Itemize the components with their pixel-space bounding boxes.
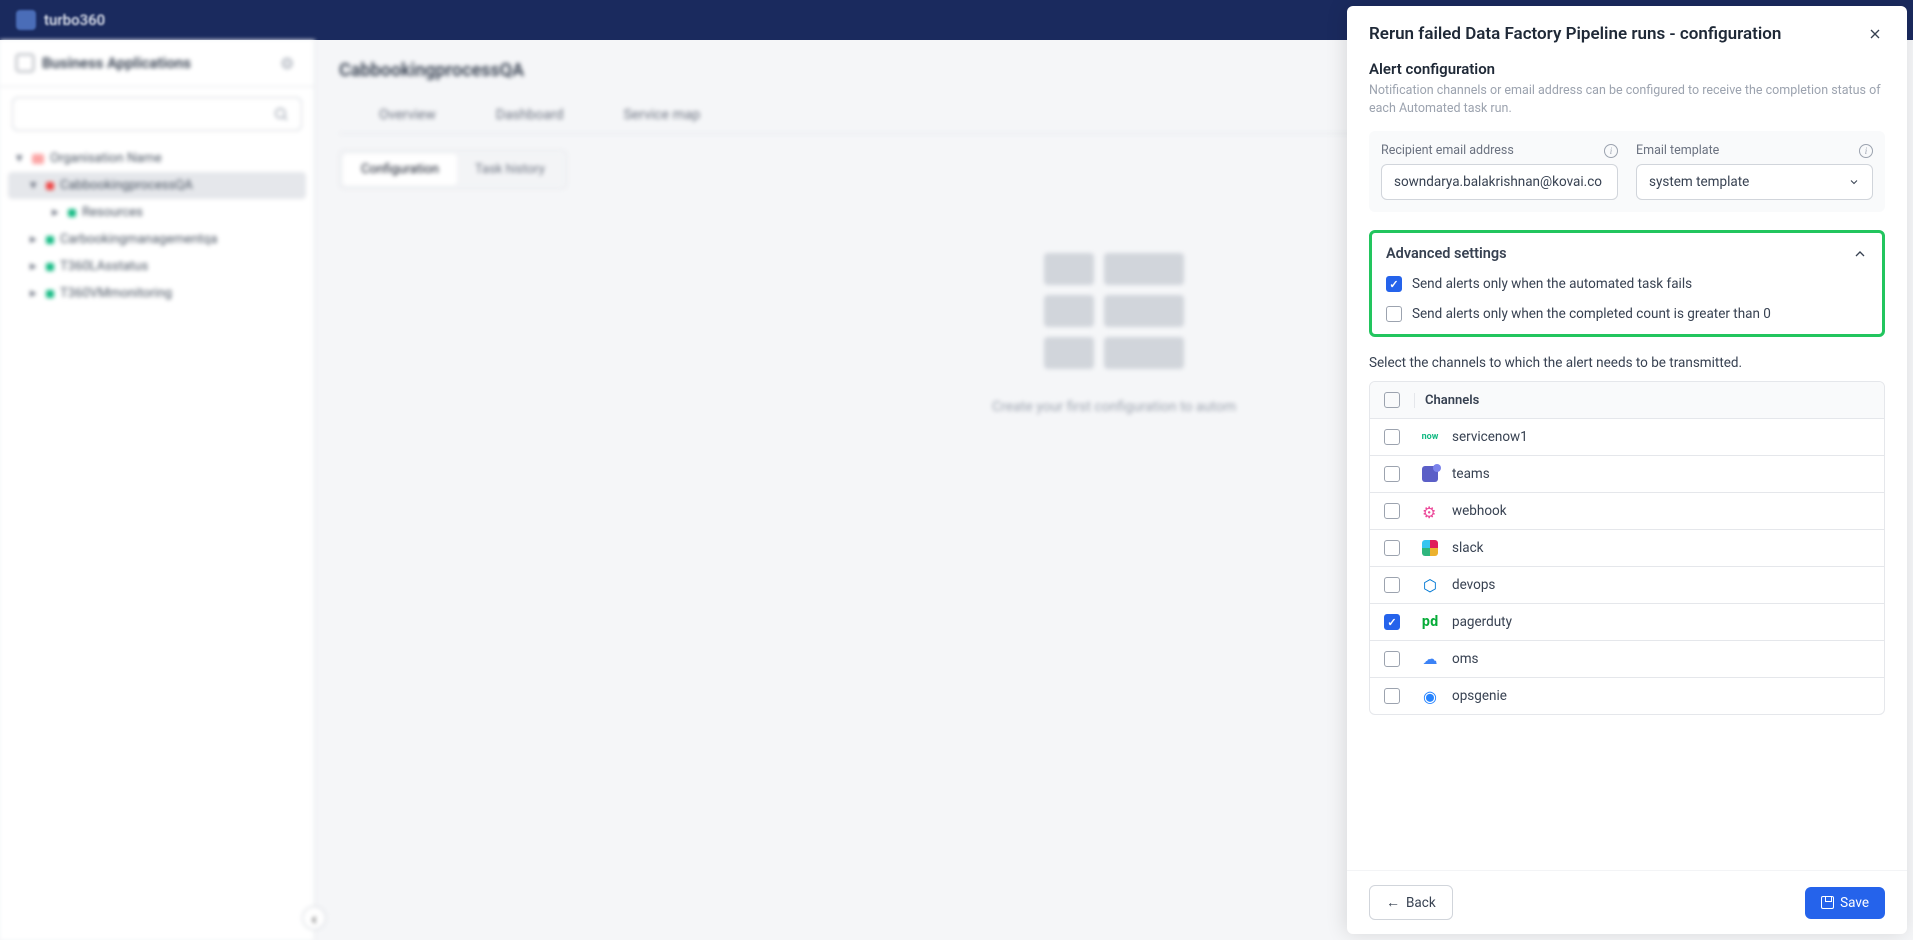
drawer-title: Rerun failed Data Factory Pipeline runs …: [1369, 24, 1781, 44]
email-field-label: Recipient email address: [1381, 143, 1514, 158]
channel-row-teams: teams: [1370, 456, 1884, 493]
arrow-left-icon: ←: [1386, 894, 1400, 911]
channel-name: devops: [1452, 577, 1495, 593]
webhook-icon: [1420, 501, 1440, 521]
apps-icon: [16, 54, 34, 72]
drawer-footer: ← Back Save: [1347, 870, 1907, 934]
channel-name: servicenow1: [1452, 429, 1528, 445]
tree-item-carbooking[interactable]: ▸ Carbookingmanagementqa: [8, 226, 306, 253]
status-dot-icon: [46, 182, 54, 190]
checkbox-task-fails-label: Send alerts only when the automated task…: [1412, 276, 1692, 292]
gear-icon[interactable]: ⚙: [280, 54, 298, 72]
channel-row-slack: slack: [1370, 530, 1884, 567]
advanced-settings-title: Advanced settings: [1386, 245, 1507, 262]
sidebar-search[interactable]: [12, 97, 302, 131]
logo-icon: [16, 10, 36, 30]
channel-checkbox-opsgenie[interactable]: [1384, 688, 1400, 704]
recipient-email-input[interactable]: [1381, 164, 1618, 200]
advanced-settings-section: Advanced settings Send alerts only when …: [1369, 230, 1885, 337]
alert-config-heading: Alert configuration: [1369, 60, 1885, 78]
save-icon: [1821, 896, 1834, 909]
advanced-settings-toggle[interactable]: Advanced settings: [1386, 245, 1868, 262]
channel-name: teams: [1452, 466, 1490, 482]
channel-row-oms: ☁ oms: [1370, 641, 1884, 678]
channel-row-opsgenie: ◉ opsgenie: [1370, 678, 1884, 714]
alert-config-description: Notification channels or email address c…: [1369, 82, 1885, 117]
seg-tab-configuration[interactable]: Configuration: [343, 154, 457, 185]
checkbox-completed-count-label: Send alerts only when the completed coun…: [1412, 306, 1771, 322]
chevron-up-icon: [1852, 246, 1868, 262]
channel-name: slack: [1452, 540, 1484, 556]
search-icon: [273, 106, 289, 122]
channel-name: pagerduty: [1452, 614, 1512, 630]
pagerduty-icon: pd: [1420, 612, 1440, 632]
brand[interactable]: turbo360: [16, 10, 105, 30]
sidebar-title: Business Applications: [42, 54, 191, 72]
email-template-select[interactable]: system template: [1636, 164, 1873, 200]
template-field-wrapper: Email template i system template: [1636, 143, 1873, 200]
tab-overview[interactable]: Overview: [379, 97, 436, 133]
oms-icon: ☁: [1420, 649, 1440, 669]
close-button[interactable]: [1865, 24, 1885, 44]
sidebar-tree: ▾ Organisation Name ▾ CabbookingprocessQ…: [0, 141, 314, 311]
checkbox-completed-count[interactable]: [1386, 306, 1402, 322]
back-button[interactable]: ← Back: [1369, 885, 1453, 920]
channel-checkbox-slack[interactable]: [1384, 540, 1400, 556]
product-name: turbo360: [44, 11, 105, 29]
channels-column-header: Channels: [1414, 393, 1479, 408]
tree-org[interactable]: ▾ Organisation Name: [8, 145, 306, 172]
advanced-option-count: Send alerts only when the completed coun…: [1386, 306, 1868, 322]
info-icon[interactable]: i: [1604, 144, 1618, 158]
tree-item-t360la[interactable]: ▸ T360LAsstatus: [8, 253, 306, 280]
config-drawer: Rerun failed Data Factory Pipeline runs …: [1347, 6, 1907, 934]
search-input[interactable]: [25, 107, 273, 122]
status-dot-icon: [46, 290, 54, 298]
sidebar: Business Applications ⚙ ▾ Organisation N…: [0, 40, 315, 940]
channel-instruction: Select the channels to which the alert n…: [1369, 355, 1885, 371]
info-icon[interactable]: i: [1859, 144, 1873, 158]
opsgenie-icon: ◉: [1420, 686, 1440, 706]
tree-item-resources[interactable]: ▸ Resources: [8, 199, 306, 226]
segmented-tabs: Configuration Task history: [339, 150, 567, 189]
teams-icon: [1420, 464, 1440, 484]
channel-row-devops: ⬡ devops: [1370, 567, 1884, 604]
folder-icon: [32, 154, 44, 164]
tree-item-cabbooking[interactable]: ▾ CabbookingprocessQA: [8, 172, 306, 199]
channel-checkbox-servicenow[interactable]: [1384, 429, 1400, 445]
save-button[interactable]: Save: [1805, 887, 1885, 919]
status-dot-icon: [68, 209, 76, 217]
channel-checkbox-oms[interactable]: [1384, 651, 1400, 667]
channel-row-webhook: webhook: [1370, 493, 1884, 530]
sidebar-header: Business Applications ⚙: [0, 40, 314, 87]
slack-icon: [1420, 538, 1440, 558]
advanced-option-fails: Send alerts only when the automated task…: [1386, 276, 1868, 292]
chevron-down-icon: [1848, 176, 1860, 188]
empty-state-caption: Create your first configuration to autom: [992, 399, 1236, 415]
channel-row-pagerduty: pd pagerduty: [1370, 604, 1884, 641]
seg-tab-task-history[interactable]: Task history: [457, 154, 563, 185]
channels-table: Channels now servicenow1 teams webhook: [1369, 381, 1885, 715]
channels-select-all-checkbox[interactable]: [1384, 392, 1400, 408]
template-field-label: Email template: [1636, 143, 1719, 158]
channel-name: oms: [1452, 651, 1479, 667]
channel-row-servicenow: now servicenow1: [1370, 419, 1884, 456]
channel-name: webhook: [1452, 503, 1507, 519]
channel-name: opsgenie: [1452, 688, 1507, 704]
tab-dashboard[interactable]: Dashboard: [496, 97, 564, 133]
checkbox-task-fails[interactable]: [1386, 276, 1402, 292]
devops-icon: ⬡: [1420, 575, 1440, 595]
channel-checkbox-pagerduty[interactable]: [1384, 614, 1400, 630]
tree-item-t360vm[interactable]: ▸ T360VMmonitoring: [8, 280, 306, 307]
tab-service-map[interactable]: Service map: [623, 97, 700, 133]
channel-checkbox-teams[interactable]: [1384, 466, 1400, 482]
status-dot-icon: [46, 236, 54, 244]
status-dot-icon: [46, 263, 54, 271]
channels-header-row: Channels: [1370, 382, 1884, 419]
email-field-wrapper: Recipient email address i: [1381, 143, 1618, 200]
alert-form-row: Recipient email address i Email template…: [1369, 131, 1885, 212]
servicenow-icon: now: [1420, 427, 1440, 447]
channel-checkbox-webhook[interactable]: [1384, 503, 1400, 519]
channel-checkbox-devops[interactable]: [1384, 577, 1400, 593]
